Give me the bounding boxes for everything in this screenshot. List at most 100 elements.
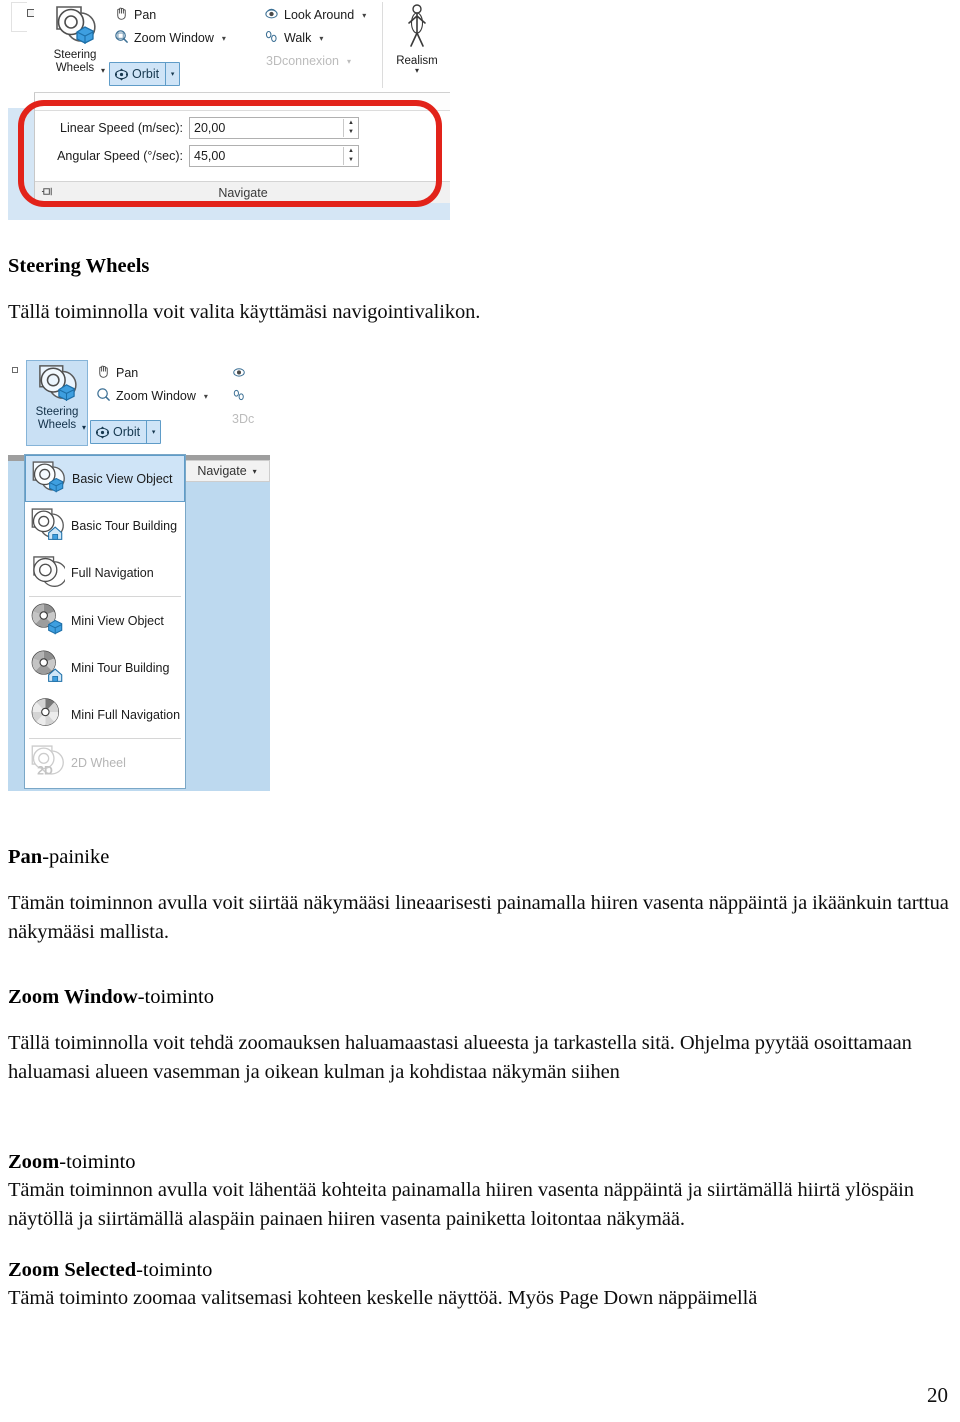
zoom-window-label: Zoom Window bbox=[134, 31, 214, 45]
stepper-down-icon[interactable]: ▼ bbox=[348, 157, 354, 163]
chevron-down-icon[interactable]: ▾ bbox=[362, 11, 366, 20]
orbit-label: Orbit bbox=[132, 67, 160, 81]
heading-bold-text: Zoom Window bbox=[8, 986, 138, 1008]
menu-item-mini-full-navigation[interactable]: Mini Full Navigation bbox=[25, 691, 185, 738]
walk-label: Walk bbox=[284, 31, 312, 45]
ribbon-navigate-group: Steering Wheels ▾ Pan Zoom Window ▾ Orbi… bbox=[34, 0, 450, 93]
steering-wheels-button[interactable]: Steering Wheels ▾ bbox=[26, 360, 88, 446]
pan-command[interactable]: Pan bbox=[114, 4, 156, 26]
angular-speed-value: 45,00 bbox=[194, 148, 226, 163]
heading-bold-text: Zoom Selected bbox=[8, 1259, 137, 1281]
wheel-full-navigation-icon bbox=[29, 553, 68, 592]
linear-speed-stepper[interactable]: ▲ ▼ bbox=[343, 118, 358, 137]
pin-icon[interactable] bbox=[41, 185, 54, 201]
menu-item-basic-view-object[interactable]: Basic View Object bbox=[25, 455, 185, 502]
screenshot-steering-wheels-menu: Steering Wheels ▾ Pan Zoom Window ▾ Orbi… bbox=[8, 358, 270, 791]
footprints-icon bbox=[264, 29, 279, 47]
chevron-down-icon[interactable]: ▾ bbox=[389, 67, 445, 75]
pan-label: Pan bbox=[134, 8, 157, 22]
heading-bold-text: Pan bbox=[8, 846, 43, 868]
angular-speed-input[interactable]: 45,00 ▲ ▼ bbox=[189, 144, 359, 167]
menu-item-2d-wheel: 2D 2D Wheel bbox=[25, 739, 185, 786]
orbit-button[interactable]: Orbit ▾ bbox=[90, 420, 162, 444]
heading-rest-text: -painike bbox=[42, 846, 110, 868]
ribbon-divider bbox=[382, 2, 383, 88]
section-body-zoom-selected: Tämä toiminto zoomaa valitsemasi kohteen… bbox=[8, 1287, 758, 1309]
angular-speed-stepper[interactable]: ▲ ▼ bbox=[343, 146, 358, 165]
heading-bold-text: Zoom bbox=[8, 1151, 60, 1173]
navigate-footer-label: Navigate bbox=[218, 185, 268, 200]
sheet-edge-marker bbox=[12, 367, 18, 373]
menu-item-full-navigation[interactable]: Full Navigation bbox=[25, 549, 185, 596]
orbit-icon bbox=[110, 67, 129, 82]
screenshot-ribbon-navigate: Steering Wheels ▾ Pan Zoom Window ▾ Orbi… bbox=[8, 0, 450, 220]
linear-speed-row: Linear Speed (m/sec): 20,00 ▲ ▼ bbox=[35, 115, 450, 140]
magnifier-icon bbox=[114, 29, 129, 47]
magnifier-icon bbox=[96, 387, 111, 405]
section-heading-zoom: Zoom-toiminto bbox=[8, 1148, 952, 1176]
hand-icon bbox=[96, 364, 111, 382]
chevron-down-icon[interactable]: ▾ bbox=[165, 63, 179, 85]
person-icon bbox=[402, 4, 432, 54]
orbit-label: Orbit bbox=[113, 425, 141, 439]
section-body-zoom: Tämän toiminnon avulla voit lähentää koh… bbox=[8, 1179, 914, 1230]
linear-speed-input[interactable]: 20,00 ▲ ▼ bbox=[189, 116, 359, 139]
steering-wheels-button[interactable]: Steering Wheels ▾ bbox=[44, 2, 106, 88]
stepper-up-icon[interactable]: ▲ bbox=[348, 148, 354, 154]
zoom-window-command[interactable]: Zoom Window ▾ bbox=[96, 385, 208, 407]
navigate-panel-footer: Navigate bbox=[35, 181, 450, 203]
eye-icon bbox=[264, 6, 279, 24]
chevron-down-icon[interactable]: ▾ bbox=[319, 34, 323, 43]
menu-item-label: Mini View Object bbox=[71, 613, 164, 628]
zoom-window-label: Zoom Window bbox=[116, 389, 196, 403]
stepper-down-icon[interactable]: ▼ bbox=[348, 129, 354, 135]
orbit-button[interactable]: Orbit ▾ bbox=[109, 62, 181, 86]
menu-item-label: Mini Tour Building bbox=[71, 660, 170, 675]
chevron-down-icon[interactable]: ▾ bbox=[253, 467, 257, 476]
wheel-2d-icon: 2D bbox=[29, 743, 65, 782]
look-around-command[interactable] bbox=[232, 362, 246, 384]
heading-rest-text: -toiminto bbox=[137, 986, 214, 1008]
menu-item-label: 2D Wheel bbox=[71, 755, 126, 770]
heading-bold-text: Steering Wheels bbox=[8, 255, 150, 277]
stepper-up-icon[interactable]: ▲ bbox=[348, 120, 354, 126]
canvas-blue-strip bbox=[34, 203, 450, 220]
steering-wheel-icon bbox=[27, 363, 87, 406]
page-number: 20 bbox=[927, 1383, 948, 1407]
3dconnexion-command: 3Dconnexion ▾ bbox=[266, 50, 351, 72]
section-heading-zoom-selected: Zoom Selected-toiminto bbox=[8, 1256, 952, 1284]
realism-button[interactable]: Realism ▾ bbox=[389, 2, 445, 75]
ribbon-navigate-group: Steering Wheels ▾ Pan Zoom Window ▾ Orbi… bbox=[26, 358, 270, 451]
eye-icon bbox=[232, 365, 246, 382]
chevron-down-icon[interactable]: ▾ bbox=[204, 392, 208, 401]
menu-item-basic-tour-building[interactable]: Basic Tour Building bbox=[25, 502, 185, 549]
steering-wheel-icon bbox=[44, 4, 106, 49]
walk-command[interactable]: Walk ▾ bbox=[264, 27, 323, 49]
sheet-edge-tick bbox=[11, 2, 27, 32]
chevron-down-icon[interactable]: ▾ bbox=[222, 34, 226, 43]
zoom-window-command[interactable]: Zoom Window ▾ bbox=[114, 27, 226, 49]
chevron-down-icon[interactable]: ▾ bbox=[82, 423, 86, 432]
hand-icon bbox=[114, 6, 129, 24]
look-around-label: Look Around bbox=[284, 8, 355, 22]
menu-item-mini-tour-building[interactable]: Mini Tour Building bbox=[25, 644, 185, 691]
menu-item-mini-view-object[interactable]: Mini View Object bbox=[25, 597, 185, 644]
section-body-steering-wheels: Tällä toiminnolla voit valita käyttämäsi… bbox=[8, 301, 481, 323]
angular-speed-label: Angular Speed (°/sec): bbox=[57, 148, 183, 163]
chevron-down-icon[interactable]: ▾ bbox=[101, 66, 105, 75]
heading-rest-text: -toiminto bbox=[59, 1151, 136, 1173]
navigate-tab[interactable]: Navigate ▾ bbox=[184, 460, 270, 482]
section-heading-zoom-window: Zoom Window-toiminto bbox=[8, 983, 952, 1011]
pan-command[interactable]: Pan bbox=[96, 362, 138, 384]
canvas-blue-left bbox=[8, 108, 34, 220]
steering-wheels-label-line2: Wheels bbox=[55, 62, 95, 74]
steering-wheels-label-line1: Steering bbox=[53, 49, 97, 61]
walk-command[interactable] bbox=[232, 385, 246, 407]
steering-wheels-label-line2: Wheels bbox=[37, 419, 77, 431]
chevron-down-icon: ▾ bbox=[346, 56, 351, 66]
look-around-command[interactable]: Look Around ▾ bbox=[264, 4, 366, 26]
chevron-down-icon[interactable]: ▾ bbox=[146, 421, 160, 443]
pan-label: Pan bbox=[116, 366, 139, 380]
mini-wheel-view-object-icon bbox=[29, 601, 65, 640]
section-body-pan: Tämän toiminnon avulla voit siirtää näky… bbox=[8, 892, 949, 943]
